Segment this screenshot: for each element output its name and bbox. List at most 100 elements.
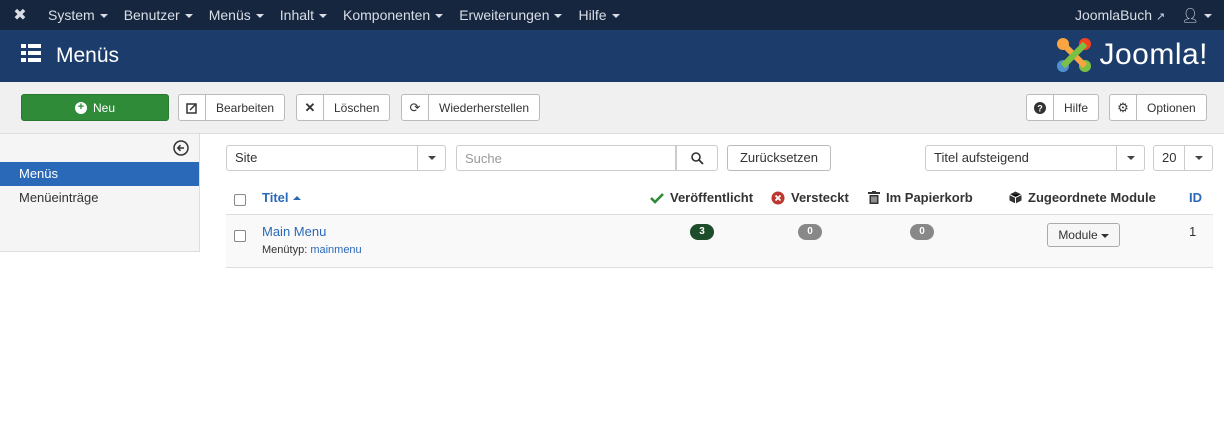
joomla-brand: Joomla! [1055,36,1208,74]
row-id: 1 [1189,224,1197,239]
help-button[interactable]: ? Hilfe [1026,94,1100,121]
modules-dropdown-button[interactable]: Module [1047,223,1120,247]
nav-benutzer[interactable]: Benutzer [116,7,201,23]
nav-erweiterungen-label: Erweiterungen [459,7,550,23]
menu-type-label: Menütyp: [262,244,308,256]
menu-type: Menütyp: mainmenu [262,244,362,256]
user-icon: 👤︎ [1181,6,1199,23]
question-circle-icon: ? [1027,95,1054,120]
page-header: Menüs Joomla! [0,30,1224,82]
chevron-down-icon [611,14,620,19]
gear-icon: ⚙ [1110,95,1137,120]
delete-button[interactable]: ✕ Löschen [296,94,391,121]
nav-system-label: System [48,7,95,23]
client-select[interactable]: Site [226,145,446,171]
joomla-logo-icon[interactable]: ✖ [0,5,40,25]
table-row-divider [226,267,1213,268]
edit-icon [179,95,206,120]
column-unpublished-label: Versteckt [791,190,849,205]
chevron-down-icon [1184,146,1212,170]
restore-button-label: Wiederherstellen [439,100,530,115]
limit-select[interactable]: 20 [1153,145,1213,171]
chevron-down-icon [554,14,563,19]
joomla-brand-icon [1057,38,1092,72]
chevron-down-icon [1116,146,1144,170]
unpublished-count-badge[interactable]: 0 [798,224,822,240]
trash-icon [868,191,880,204]
menu-type-link[interactable]: mainmenu [310,244,361,256]
column-modules-label: Zugeordnete Module [1028,190,1156,205]
client-select-value: Site [235,150,258,165]
sort-ascending-icon [292,195,301,200]
chevron-down-icon [1204,13,1212,18]
nav-system[interactable]: System [40,7,116,23]
column-published-label: Veröffentlicht [670,190,754,205]
sidebar-item-menus[interactable]: Menüs [0,162,199,186]
svg-text:?: ? [1037,103,1043,113]
site-link[interactable]: JoomlaBuch ↗ [1067,7,1173,23]
trashed-count-badge[interactable]: 0 [910,224,934,240]
user-menu[interactable]: 👤︎ [1173,7,1224,24]
nav-komponenten-label: Komponenten [343,7,431,23]
sidebar-item-menu-items[interactable]: Menüeinträge [0,186,199,210]
chevron-down-icon [417,146,445,170]
search-icon [690,151,704,165]
chevron-down-icon [319,14,328,19]
nav-benutzer-label: Benutzer [123,7,180,23]
column-header-title[interactable]: Titel [262,190,301,205]
column-title-label: Titel [262,190,289,205]
page-title: Menüs [56,44,120,67]
sidebar: Menüs Menüeinträge [0,134,200,252]
nav-erweiterungen[interactable]: Erweiterungen [451,7,570,23]
column-header-unpublished: Versteckt [771,190,849,205]
column-header-published: Veröffentlicht [650,190,753,205]
search-input[interactable] [456,145,676,171]
new-button[interactable]: + Neu [21,94,169,121]
published-count-badge[interactable]: 3 [690,224,714,240]
nav-menus[interactable]: Menüs [201,7,272,23]
site-link-label: JoomlaBuch [1074,7,1152,23]
joomla-brand-text: Joomla! [1099,38,1208,71]
column-trashed-label: Im Papierkorb [886,190,973,205]
menu-title-link[interactable]: Main Menu [262,224,326,239]
plus-circle-icon: + [74,101,87,114]
close-icon: ✕ [297,95,324,120]
row-checkbox[interactable] [234,230,246,242]
check-icon [650,192,664,204]
nav-hilfe-label: Hilfe [578,7,607,23]
options-button[interactable]: ⚙ Optionen [1109,94,1207,121]
column-header-trashed: Im Papierkorb [868,190,973,205]
ordering-select[interactable]: Titel aufsteigend [925,145,1145,171]
refresh-icon: ⟳ [402,95,429,120]
nav-inhalt[interactable]: Inhalt [272,7,335,23]
nav-komponenten[interactable]: Komponenten [335,7,451,23]
chevron-down-icon [255,14,264,19]
modules-button-label: Module [1058,228,1098,242]
chevron-down-icon [99,14,108,19]
external-link-icon: ↗ [1156,11,1166,23]
edit-button-label: Bearbeiten [216,100,275,115]
toolbar: + Neu Bearbeiten ✕ Löschen ⟳ Wiederherst… [0,82,1224,134]
chevron-down-icon [435,14,444,19]
ordering-select-value: Titel aufsteigend [934,150,1029,165]
chevron-down-icon [184,14,193,19]
collapse-sidebar-icon[interactable] [173,140,189,156]
limit-select-value: 20 [1162,150,1177,165]
help-button-label: Hilfe [1064,100,1089,115]
column-header-id[interactable]: ID [1189,190,1202,205]
cube-icon [1009,191,1022,204]
reset-button[interactable]: Zurücksetzen [727,145,831,171]
times-circle-icon [771,191,785,205]
search-button[interactable] [676,145,718,171]
nav-hilfe[interactable]: Hilfe [570,7,627,23]
nav-inhalt-label: Inhalt [279,7,315,23]
nav-menus-label: Menüs [208,7,251,23]
column-header-modules: Zugeordnete Module [1009,190,1156,205]
edit-button[interactable]: Bearbeiten [178,94,286,121]
new-button-label: Neu [92,100,115,115]
select-all-checkbox[interactable] [234,194,246,206]
options-button-label: Optionen [1147,100,1196,115]
delete-button-label: Löschen [334,100,380,115]
restore-button[interactable]: ⟳ Wiederherstellen [401,94,541,121]
chevron-down-icon [1100,233,1109,238]
